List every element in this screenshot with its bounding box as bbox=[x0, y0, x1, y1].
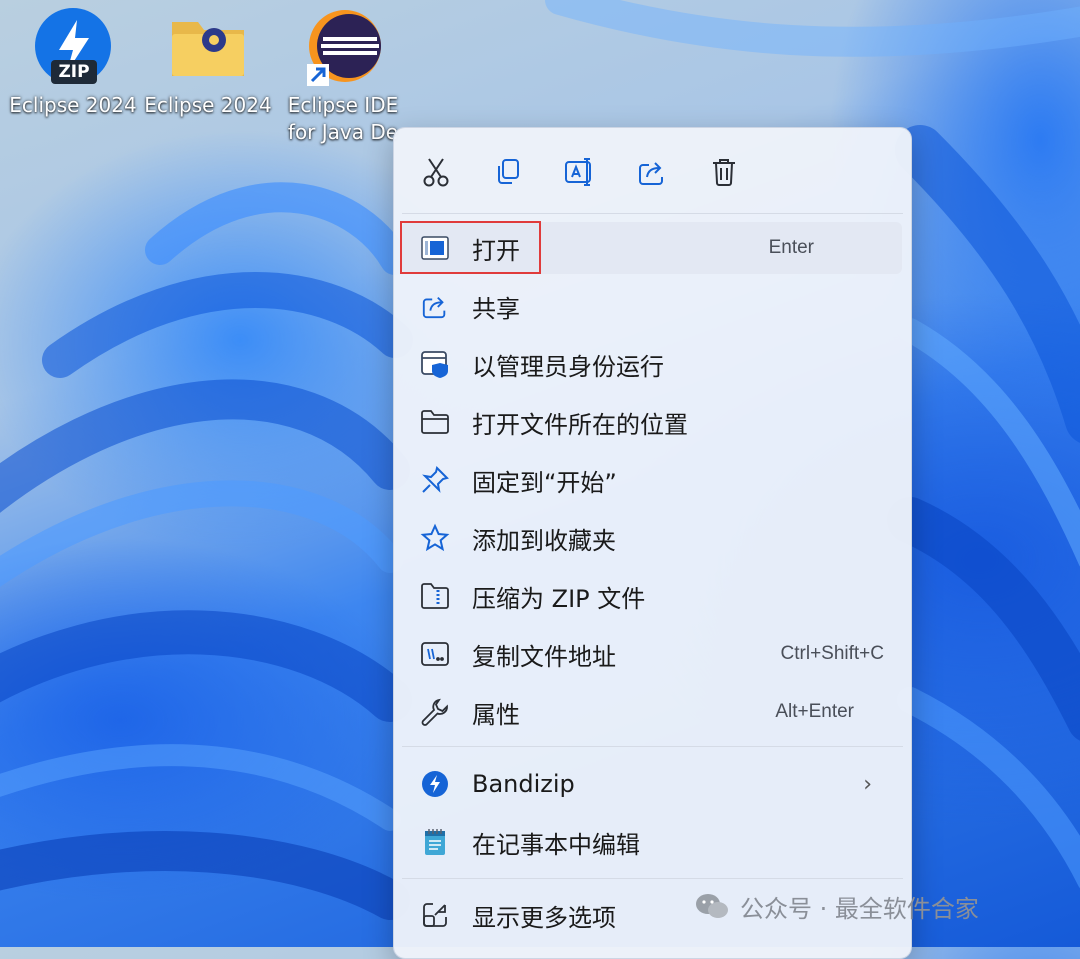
menu-item-share[interactable]: 共享 bbox=[402, 280, 902, 332]
menu-item-edit-in-notepad[interactable]: 在记事本中编辑 bbox=[402, 816, 902, 868]
notepad-icon bbox=[418, 825, 452, 859]
menu-item-label: 复制文件地址 bbox=[472, 642, 616, 671]
desktop-icon-eclipse-zip[interactable]: ZIP Eclipse 2024 bbox=[8, 8, 138, 119]
menu-item-properties[interactable]: 属性 Alt+Enter bbox=[402, 686, 902, 738]
folder-icon bbox=[418, 405, 452, 439]
menu-divider bbox=[402, 878, 903, 879]
bandizip-icon bbox=[418, 767, 452, 801]
desktop-icon-label: Eclipse 2024 bbox=[144, 93, 272, 117]
folder-icon bbox=[168, 8, 248, 88]
bandizip-zip-icon: ZIP bbox=[33, 8, 113, 88]
copy-path-icon bbox=[418, 637, 452, 671]
menu-item-open-file-location[interactable]: 打开文件所在的位置 bbox=[402, 396, 902, 448]
context-menu-toolbar bbox=[394, 128, 911, 213]
menu-item-open[interactable]: 打开 Enter bbox=[402, 222, 902, 274]
menu-divider bbox=[402, 213, 903, 214]
menu-item-add-to-favorites[interactable]: 添加到收藏夹 bbox=[402, 512, 902, 564]
cut-button[interactable] bbox=[412, 150, 460, 194]
wechat-icon bbox=[696, 894, 728, 918]
menu-item-label: 打开文件所在的位置 bbox=[472, 410, 688, 439]
menu-item-bandizip[interactable]: Bandizip › bbox=[402, 758, 902, 810]
menu-item-shortcut: Enter bbox=[768, 237, 814, 258]
menu-item-run-as-admin[interactable]: 以管理员身份运行 bbox=[402, 338, 902, 390]
menu-item-pin-to-start[interactable]: 固定到“开始” bbox=[402, 454, 902, 506]
menu-item-shortcut: Alt+Enter bbox=[775, 701, 854, 722]
menu-item-label: 打开 bbox=[472, 236, 520, 265]
zip-folder-icon bbox=[418, 579, 452, 613]
share-icon bbox=[639, 162, 663, 185]
menu-item-label: 共享 bbox=[472, 294, 520, 323]
wrench-icon bbox=[418, 695, 452, 729]
more-options-icon bbox=[418, 898, 452, 932]
share-button[interactable] bbox=[628, 150, 676, 194]
menu-item-label: 压缩为 ZIP 文件 bbox=[472, 584, 646, 613]
app-window-icon bbox=[418, 231, 452, 265]
menu-divider bbox=[402, 746, 903, 747]
watermark-text: 公众号 · 最全软件合家 bbox=[740, 894, 979, 923]
menu-item-label: 在记事本中编辑 bbox=[472, 830, 640, 859]
desktop-icon-label: Eclipse 2024 bbox=[9, 93, 137, 117]
desktop-icon-eclipse-shortcut[interactable]: Eclipse IDE for Java De bbox=[278, 8, 408, 146]
menu-item-label: Bandizip bbox=[472, 770, 575, 798]
share-icon bbox=[418, 289, 452, 323]
menu-item-label: 添加到收藏夹 bbox=[472, 526, 616, 555]
copy-icon bbox=[498, 159, 519, 184]
zip-badge-text: ZIP bbox=[58, 62, 90, 82]
scissors-icon bbox=[423, 158, 449, 187]
desktop-icon-label: Eclipse IDE for Java De bbox=[287, 93, 399, 144]
star-icon bbox=[418, 521, 452, 555]
trash-icon bbox=[713, 159, 735, 186]
rename-button[interactable] bbox=[556, 150, 604, 194]
menu-item-shortcut: Ctrl+Shift+C bbox=[780, 643, 884, 664]
menu-item-label: 显示更多选项 bbox=[472, 903, 616, 932]
menu-item-label: 固定到“开始” bbox=[472, 468, 617, 497]
menu-item-copy-path[interactable]: 复制文件地址 Ctrl+Shift+C bbox=[402, 628, 902, 680]
submenu-chevron-icon: › bbox=[863, 771, 872, 797]
delete-button[interactable] bbox=[700, 150, 748, 194]
rename-icon bbox=[565, 158, 591, 186]
desktop-icon-eclipse-folder[interactable]: Eclipse 2024 bbox=[143, 8, 273, 119]
context-menu: 打开 Enter 共享 以管理员身份运行 打开文件所在的位置 固定到“开始” 添… bbox=[393, 127, 912, 959]
menu-item-label: 以管理员身份运行 bbox=[472, 352, 664, 381]
admin-shield-icon bbox=[418, 347, 452, 381]
watermark: 公众号 · 最全软件合家 bbox=[694, 886, 979, 926]
pin-icon bbox=[418, 463, 452, 497]
copy-button[interactable] bbox=[484, 150, 532, 194]
menu-item-label: 属性 bbox=[472, 700, 520, 729]
menu-item-compress-zip[interactable]: 压缩为 ZIP 文件 bbox=[402, 570, 902, 622]
eclipse-shortcut-icon bbox=[303, 8, 383, 88]
